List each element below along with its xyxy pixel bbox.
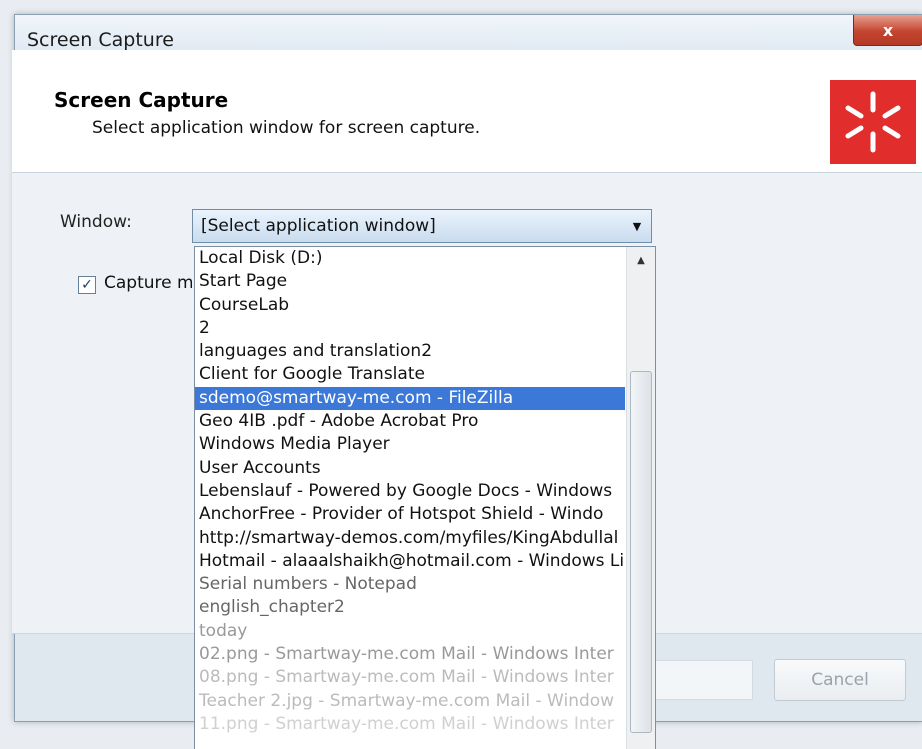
window-title: Screen Capture <box>27 29 174 51</box>
scroll-up-icon[interactable]: ▲ <box>627 247 655 273</box>
header-subtitle: Select application window for screen cap… <box>92 118 481 138</box>
list-item[interactable]: Client for Google Translate <box>195 363 625 386</box>
list-item[interactable]: english_chapter2 <box>195 596 625 619</box>
list-item[interactable]: Hotmail - alaaalshaikh@hotmail.com - Win… <box>195 550 625 573</box>
list-item[interactable]: Local Disk (D:) <box>195 247 625 270</box>
list-item-selected[interactable]: sdemo@smartway-me.com - FileZilla <box>195 386 625 411</box>
list-item[interactable]: Teacher 2.jpg - Smartway-me.com Mail - W… <box>195 690 625 713</box>
list-item[interactable]: AnchorFree - Provider of Hotspot Shield … <box>195 503 625 526</box>
list-item[interactable]: Lebenslauf - Powered by Google Docs - Wi… <box>195 480 625 503</box>
header-title: Screen Capture <box>54 88 229 112</box>
window-select-value: [Select application window] <box>201 216 436 236</box>
scrollbar-thumb[interactable] <box>630 371 652 733</box>
ok-button[interactable] <box>656 660 753 700</box>
list-item[interactable]: CourseLab <box>195 294 625 317</box>
list-item[interactable]: 08.png - Smartway-me.com Mail - Windows … <box>195 666 625 689</box>
dropdown-items: Local Disk (D:) Start Page CourseLab 2 l… <box>195 247 625 736</box>
list-item[interactable]: 11.png - Smartway-me.com Mail - Windows … <box>195 713 625 736</box>
header-panel: Screen Capture Select application window… <box>12 50 922 173</box>
close-button[interactable]: x <box>853 15 922 46</box>
window-select[interactable]: [Select application window] ▼ <box>192 209 652 243</box>
dropdown-scrollbar[interactable]: ▲ <box>626 247 655 749</box>
window-dropdown-list[interactable]: Local Disk (D:) Start Page CourseLab 2 l… <box>194 246 656 749</box>
list-item[interactable]: 2 <box>195 317 625 340</box>
chevron-down-icon[interactable]: ▼ <box>627 215 647 237</box>
list-item[interactable]: http://smartway-demos.com/myfiles/KingAb… <box>195 527 625 550</box>
cancel-button[interactable]: Cancel <box>774 659 906 701</box>
list-item[interactable]: Serial numbers - Notepad <box>195 573 625 596</box>
list-item[interactable]: 02.png - Smartway-me.com Mail - Windows … <box>195 643 625 666</box>
close-icon: x <box>882 20 894 40</box>
list-item[interactable]: languages and translation2 <box>195 340 625 363</box>
list-item[interactable]: Geo 4IB .pdf - Adobe Acrobat Pro <box>195 410 625 433</box>
list-item[interactable]: today <box>195 620 625 643</box>
list-item[interactable]: Start Page <box>195 270 625 293</box>
app-logo-icon <box>830 80 916 164</box>
capture-checkbox-label: Capture m <box>104 273 192 293</box>
window-field-label: Window: <box>60 212 132 232</box>
list-item[interactable]: User Accounts <box>195 457 625 480</box>
list-item[interactable]: Windows Media Player <box>195 433 625 456</box>
capture-checkbox[interactable]: ✓ <box>78 276 96 294</box>
